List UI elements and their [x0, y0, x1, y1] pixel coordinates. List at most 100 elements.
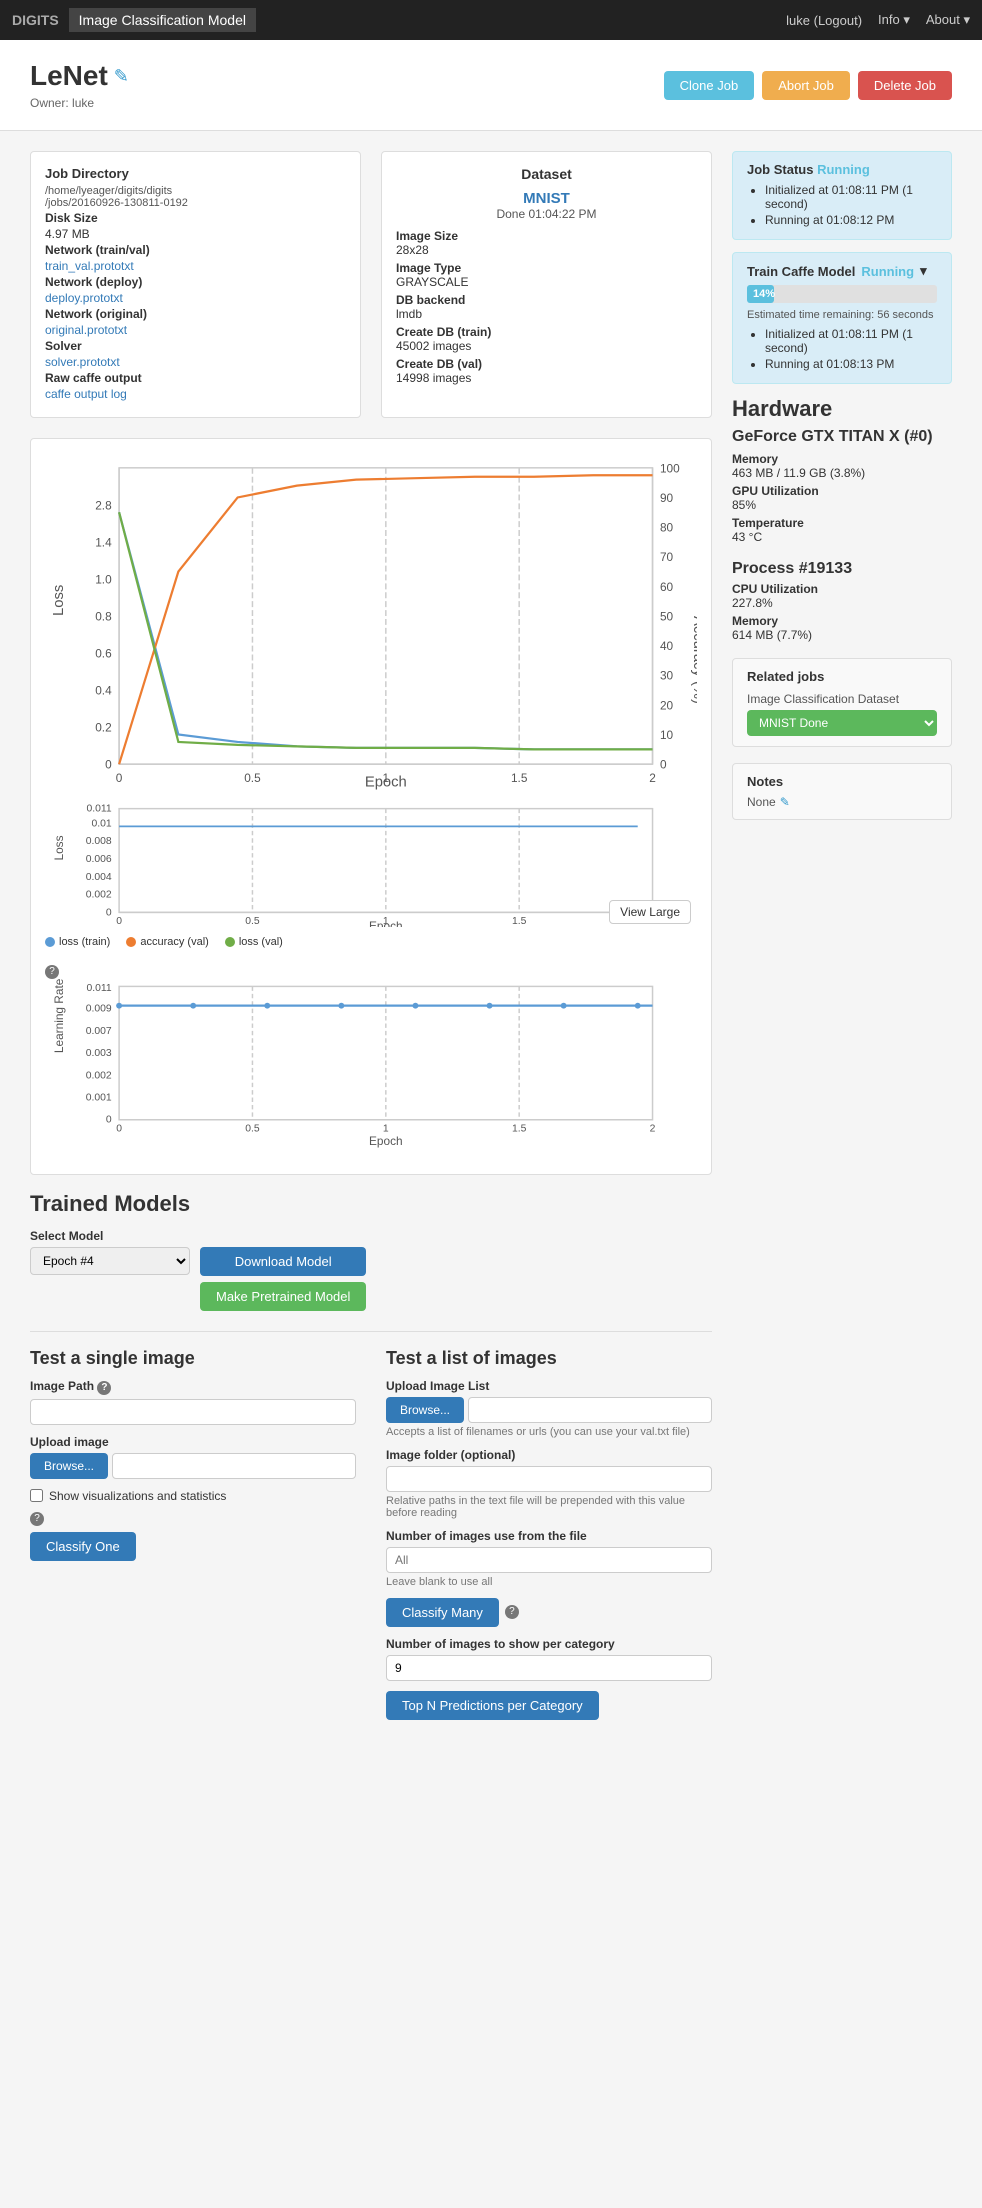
- user-logout[interactable]: luke (Logout): [786, 13, 862, 28]
- image-type: GRAYSCALE: [396, 275, 697, 289]
- create-db-train: 45002 images: [396, 339, 697, 353]
- image-path-help-icon[interactable]: ?: [97, 1381, 111, 1395]
- job-status-badge: Running: [817, 162, 870, 177]
- network-train-label: Network (train/val): [45, 243, 150, 257]
- hardware-title: Hardware: [732, 396, 952, 422]
- upload-list-browse-button[interactable]: Browse...: [386, 1397, 464, 1423]
- gpu-util-label: GPU Utilization: [732, 484, 952, 498]
- chart-container: Loss Accuracy (%) Epoch: [45, 453, 697, 930]
- legend-dot-loss-train: [45, 937, 55, 947]
- model-info: LeNet ✎ Owner: luke: [30, 60, 129, 110]
- test-single-title: Test a single image: [30, 1348, 356, 1369]
- upload-filename-display: [112, 1453, 356, 1479]
- svg-text:0.001: 0.001: [86, 1093, 112, 1104]
- download-model-button[interactable]: Download Model: [200, 1247, 366, 1276]
- network-original-link[interactable]: original.prototxt: [45, 323, 127, 337]
- svg-text:1.5: 1.5: [511, 771, 528, 785]
- num-images-input[interactable]: [386, 1547, 712, 1573]
- info-row: Job Directory /home/lyeager/digits/digit…: [30, 151, 712, 418]
- clone-job-button[interactable]: Clone Job: [664, 71, 755, 100]
- upload-browse-button[interactable]: Browse...: [30, 1453, 108, 1479]
- train-caffe-card: Train Caffe Model Running ▾ 14% Estimate…: [732, 252, 952, 384]
- svg-text:80: 80: [660, 521, 674, 535]
- delete-job-button[interactable]: Delete Job: [858, 71, 952, 100]
- image-path-input[interactable]: [30, 1399, 356, 1425]
- disk-size-label: Disk Size: [45, 211, 98, 225]
- raw-caffe-link[interactable]: caffe output log: [45, 387, 127, 401]
- svg-text:100: 100: [660, 461, 680, 475]
- per-category-input[interactable]: [386, 1655, 712, 1681]
- show-viz-label: Show visualizations and statistics: [49, 1489, 226, 1503]
- create-db-val: 14998 images: [396, 371, 697, 385]
- temp-value: 43 °C: [732, 530, 952, 544]
- about-dropdown[interactable]: About ▾: [926, 12, 970, 28]
- svg-text:0: 0: [106, 1115, 112, 1126]
- svg-text:1: 1: [383, 916, 389, 927]
- dataset-section-title: Dataset: [396, 166, 697, 182]
- brand-digits: DIGITS: [12, 12, 59, 28]
- info-dropdown[interactable]: Info ▾: [878, 12, 910, 28]
- svg-text:0.5: 0.5: [245, 916, 260, 927]
- train-caffe-title: Train Caffe Model Running ▾: [747, 263, 937, 279]
- job-status-title: Job Status Running: [747, 162, 937, 177]
- related-jobs-select[interactable]: MNIST Done: [747, 710, 937, 736]
- classify-many-help-icon[interactable]: ?: [505, 1605, 519, 1619]
- network-deploy-link[interactable]: deploy.prototxt: [45, 291, 123, 305]
- view-large-button[interactable]: View Large: [609, 900, 691, 924]
- viz-help-icon[interactable]: ?: [30, 1512, 44, 1526]
- svg-text:0.5: 0.5: [244, 771, 261, 785]
- abort-job-button[interactable]: Abort Job: [762, 71, 850, 100]
- main-content: Job Directory /home/lyeager/digits/digit…: [0, 131, 982, 1760]
- train-caffe-status: Running: [861, 264, 914, 279]
- raw-caffe-label: Raw caffe output: [45, 371, 142, 385]
- edit-model-name-icon[interactable]: ✎: [114, 66, 129, 87]
- network-train-link[interactable]: train_val.prototxt: [45, 259, 134, 273]
- svg-text:1: 1: [383, 771, 390, 785]
- train-caffe-dropdown-icon[interactable]: ▾: [920, 263, 927, 279]
- dataset-card: Dataset MNIST Done 01:04:22 PM Image Siz…: [381, 151, 712, 418]
- classify-one-button[interactable]: Classify One: [30, 1532, 136, 1561]
- job-status-card: Job Status Running Initialized at 01:08:…: [732, 151, 952, 240]
- show-viz-checkbox[interactable]: [30, 1489, 43, 1502]
- model-name: LeNet: [30, 60, 108, 92]
- classify-many-button[interactable]: Classify Many: [386, 1598, 499, 1627]
- legend-loss-val: loss (val): [225, 936, 283, 948]
- svg-text:0.002: 0.002: [86, 1070, 112, 1081]
- solver-link[interactable]: solver.prototxt: [45, 355, 120, 369]
- svg-text:30: 30: [660, 669, 674, 683]
- svg-text:Loss: Loss: [52, 835, 66, 860]
- num-images-group: Number of images use from the file Leave…: [386, 1529, 712, 1588]
- cpu-util-label: CPU Utilization: [732, 582, 952, 596]
- svg-text:1: 1: [383, 1124, 389, 1135]
- select-model-label: Select Model: [30, 1229, 712, 1243]
- main-two-col: Job Directory /home/lyeager/digits/digit…: [30, 151, 952, 1740]
- lr-help-icon[interactable]: ?: [45, 965, 59, 979]
- upload-image-label: Upload image: [30, 1435, 356, 1449]
- svg-text:2.8: 2.8: [95, 498, 112, 512]
- job-status-list: Initialized at 01:08:11 PM (1 second) Ru…: [765, 183, 937, 227]
- notes-edit-icon[interactable]: ✎: [780, 795, 790, 809]
- svg-text:0.002: 0.002: [86, 890, 112, 901]
- svg-text:1.5: 1.5: [512, 1124, 527, 1135]
- upload-list-browse-row: Browse...: [386, 1397, 712, 1423]
- svg-text:2: 2: [649, 771, 656, 785]
- train-progress-bar-outer: 14%: [747, 285, 937, 303]
- image-folder-input[interactable]: [386, 1466, 712, 1492]
- top-n-predictions-button[interactable]: Top N Predictions per Category: [386, 1691, 599, 1720]
- image-path-group: Image Path ?: [30, 1379, 356, 1425]
- network-deploy-label: Network (deploy): [45, 275, 142, 289]
- upload-list-filename-display: [468, 1397, 712, 1423]
- lr-chart-svg: Learning Rate Epoch 0 0.001 0.002 0.003 …: [45, 979, 697, 1157]
- hardware-section: Hardware GeForce GTX TITAN X (#0) Memory…: [732, 396, 952, 544]
- dataset-name[interactable]: MNIST: [523, 190, 570, 207]
- lr-chart-container: ? Learning Rate Epoch 0 0.001 0.002 0.00…: [45, 962, 697, 1160]
- legend-loss-train: loss (train): [45, 936, 110, 948]
- model-select[interactable]: Epoch #4: [30, 1247, 190, 1275]
- svg-text:0.6: 0.6: [95, 646, 112, 660]
- make-pretrained-button[interactable]: Make Pretrained Model: [200, 1282, 366, 1311]
- trained-models-title: Trained Models: [30, 1191, 712, 1217]
- job-directory-title: Job Directory: [45, 166, 346, 181]
- image-size: 28x28: [396, 243, 697, 257]
- train-status-list: Initialized at 01:08:11 PM (1 second) Ru…: [765, 327, 937, 371]
- db-backend-label: DB backend: [396, 293, 697, 307]
